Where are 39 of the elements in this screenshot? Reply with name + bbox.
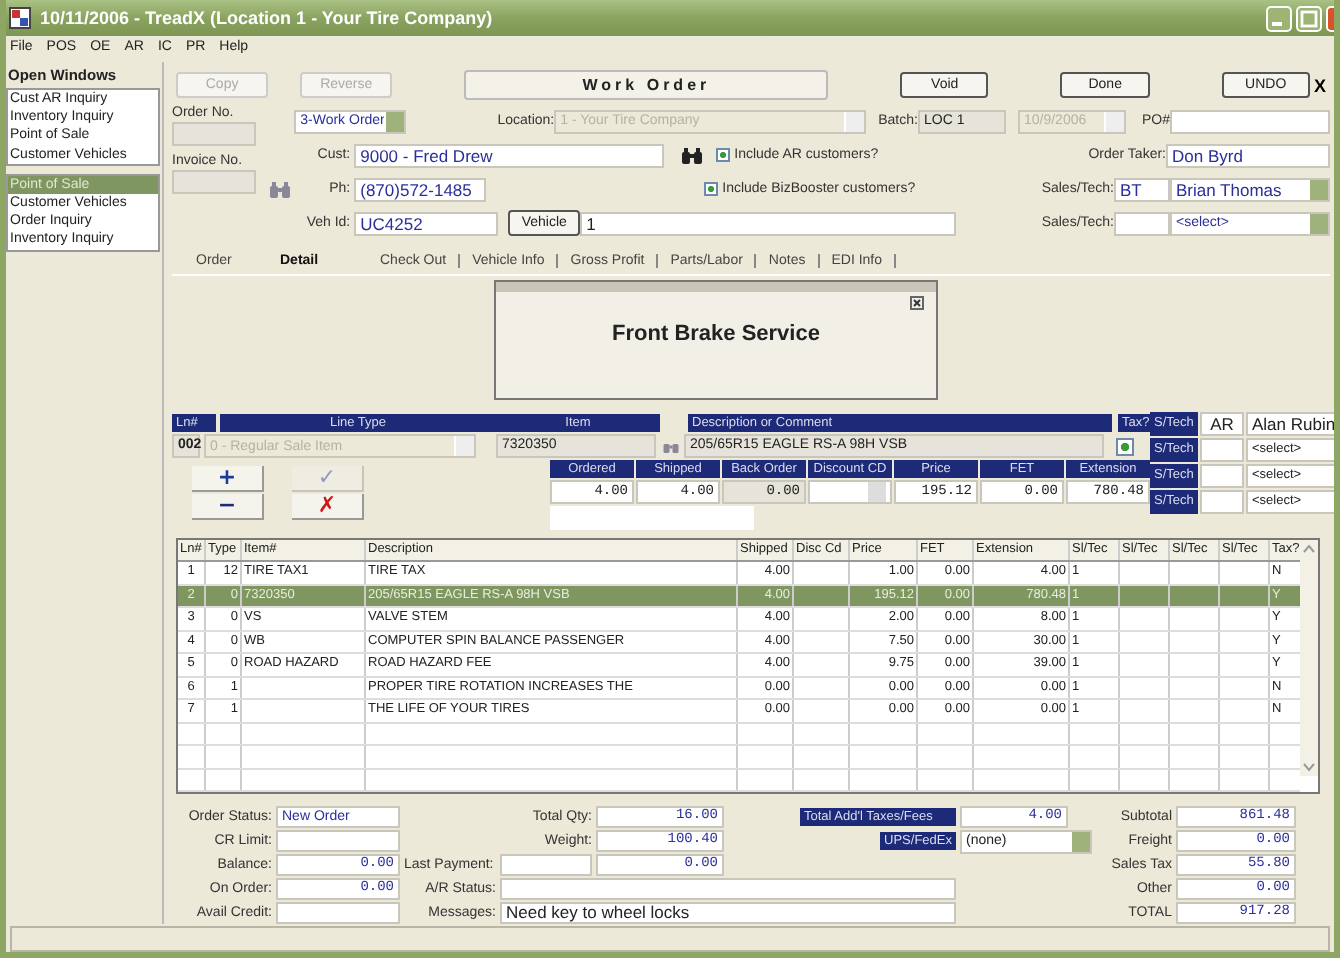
pending-service-text: Front Brake Service <box>610 321 822 345</box>
sales-tech-code-field[interactable] <box>1200 437 1244 461</box>
sales-tech-code-field[interactable] <box>1200 463 1244 487</box>
credit-limit-field[interactable] <box>276 830 400 852</box>
last-payment-date-field[interactable] <box>500 854 592 876</box>
discount-code-select[interactable] <box>808 479 892 503</box>
line-action-button[interactable]: ✗ <box>292 493 364 519</box>
messages-field[interactable]: Need key to wheel locks <box>500 902 956 924</box>
vehicle-id-field[interactable]: UC4252 <box>354 211 499 235</box>
po-field[interactable] <box>1170 109 1330 133</box>
line-action-button[interactable]: + <box>192 465 264 491</box>
customer-field[interactable]: 9000 - Fred Drew <box>354 143 665 167</box>
sales-tech-select[interactable]: Alan Rubin <box>1246 411 1334 435</box>
tax-checkbox[interactable] <box>1116 437 1134 455</box>
order-taker-field[interactable]: Don Byrd <box>1166 143 1330 167</box>
binoculars-icon[interactable] <box>680 145 705 165</box>
note-field[interactable] <box>550 505 754 529</box>
sales-tech-select[interactable]: Brian Thomas <box>1170 177 1330 201</box>
scrollbar[interactable] <box>1300 539 1318 775</box>
minimize-icon[interactable] <box>1266 5 1292 31</box>
sales-tech-code-field[interactable]: AR <box>1200 411 1244 435</box>
ar-status-field[interactable] <box>500 878 956 900</box>
invoice-no-field[interactable] <box>172 170 256 194</box>
app-icon <box>8 6 32 30</box>
line-action-button[interactable]: − <box>192 493 264 519</box>
form-title: Work Order <box>464 70 829 100</box>
maximize-icon[interactable] <box>1296 5 1322 31</box>
checkbox[interactable] <box>716 148 731 162</box>
order-no-field[interactable] <box>172 122 256 146</box>
close-form-button[interactable]: X <box>1309 75 1330 95</box>
sales-tech-code-field[interactable] <box>1114 211 1170 235</box>
sales-tech-code-field[interactable] <box>1200 489 1244 513</box>
close-icon[interactable] <box>910 295 924 309</box>
vehicle-number-field[interactable]: 1 <box>580 211 957 235</box>
available-credit-field[interactable] <box>276 902 400 924</box>
checkbox[interactable] <box>704 182 719 196</box>
window-title: 10/11/2006 - TreadX (Location 1 - Your Tire Company) <box>40 8 493 28</box>
sales-tech-code-field[interactable]: BT <box>1114 177 1170 201</box>
phone-field[interactable]: (870)572-1485 <box>354 177 487 201</box>
